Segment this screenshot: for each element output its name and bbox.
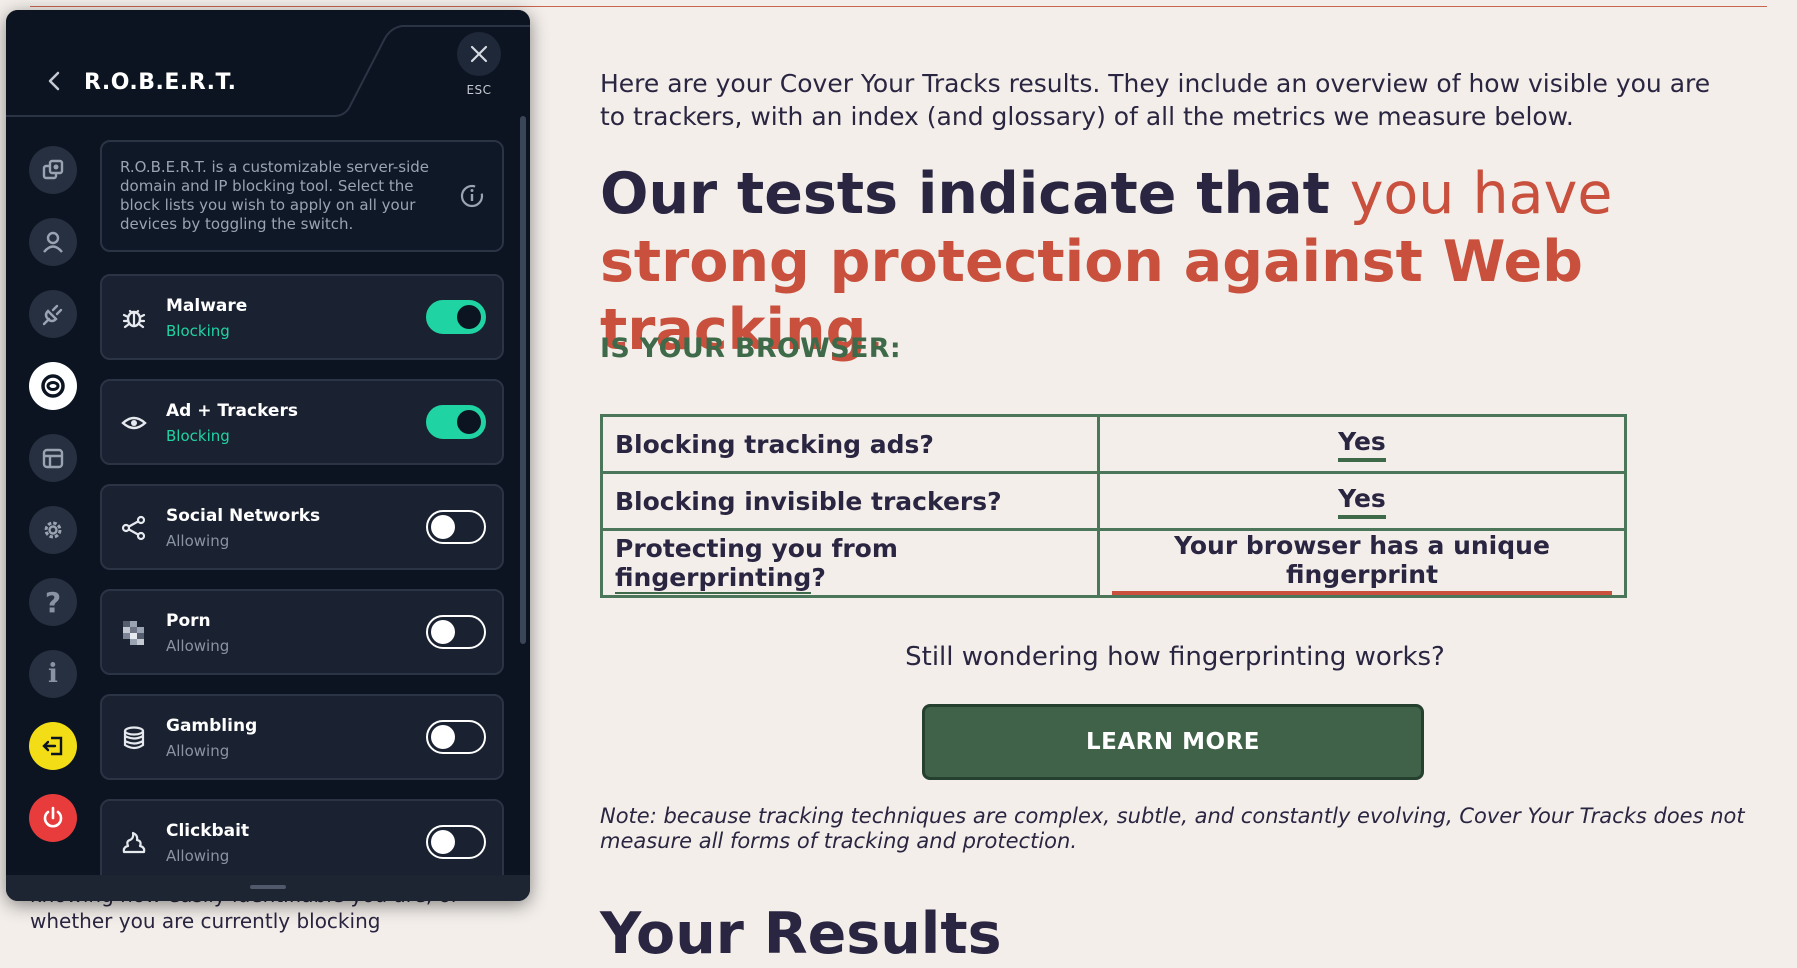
category-name: Social Networks bbox=[166, 506, 321, 526]
clickbait-toggle[interactable] bbox=[426, 825, 486, 859]
panel-scrollbar[interactable] bbox=[520, 116, 526, 644]
bug-icon bbox=[120, 304, 148, 332]
category-name: Ad + Trackers bbox=[166, 401, 298, 421]
plug-icon bbox=[42, 304, 63, 326]
sidebar-help-button[interactable]: ? bbox=[29, 578, 77, 626]
toggle-knob bbox=[431, 515, 455, 539]
chevron-left-icon bbox=[48, 71, 60, 91]
pixelated-icon bbox=[120, 619, 148, 647]
category-status: Allowing bbox=[166, 742, 230, 760]
toggle-knob bbox=[457, 305, 481, 329]
box-icon bbox=[42, 448, 64, 469]
social-networks-toggle[interactable] bbox=[426, 510, 486, 544]
robert-panel: R.O.B.E.R.T. ESC ? i R.O.B.E.R.T. is a c… bbox=[6, 10, 530, 901]
row-answer: Yes bbox=[1097, 471, 1627, 531]
category-name: Malware bbox=[166, 296, 248, 316]
gambling-toggle[interactable] bbox=[426, 720, 486, 754]
row-question: Blocking tracking ads? bbox=[600, 414, 1100, 474]
row-question: Protecting you from fingerprinting? bbox=[600, 528, 1100, 598]
table-row: Protecting you from fingerprinting? Your… bbox=[600, 528, 1627, 598]
row-question: Blocking invisible trackers? bbox=[600, 471, 1100, 531]
sidebar-connection-button[interactable] bbox=[29, 290, 77, 338]
sidebar-account-button[interactable] bbox=[29, 218, 77, 266]
category-name: Gambling bbox=[166, 716, 258, 736]
sidebar-exit-button[interactable] bbox=[29, 722, 77, 770]
answer-link[interactable]: Yes bbox=[1338, 484, 1386, 519]
help-icon: ? bbox=[44, 585, 62, 619]
exit-icon bbox=[42, 736, 63, 756]
porn-toggle[interactable] bbox=[426, 615, 486, 649]
browser-subheading: IS YOUR BROWSER: bbox=[600, 333, 901, 364]
gear-icon bbox=[44, 521, 62, 539]
sidebar-info-button[interactable]: i bbox=[29, 650, 77, 698]
power-icon bbox=[43, 806, 63, 828]
toggle-knob bbox=[431, 620, 455, 644]
category-card-gambling: Gambling Allowing bbox=[100, 694, 504, 780]
esc-label: ESC bbox=[466, 83, 492, 97]
ad-trackers-toggle[interactable] bbox=[426, 405, 486, 439]
info-icon: i bbox=[48, 659, 58, 689]
description-card: R.O.B.E.R.T. is a customizable server-si… bbox=[100, 140, 504, 252]
wonder-text: Still wondering how fingerprinting works… bbox=[905, 642, 1445, 672]
fingerprinting-link[interactable]: fingerprinting bbox=[615, 563, 812, 594]
headline-part-1: Our tests indicate that bbox=[600, 161, 1350, 227]
panel-title: R.O.B.E.R.T. bbox=[84, 70, 237, 95]
description-text: R.O.B.E.R.T. is a customizable server-si… bbox=[120, 158, 430, 233]
copy-icon bbox=[42, 159, 64, 180]
table-row: Blocking tracking ads? Yes bbox=[600, 414, 1627, 474]
poop-icon bbox=[120, 829, 148, 857]
answer-link[interactable]: Yes bbox=[1338, 427, 1386, 462]
category-status: Allowing bbox=[166, 532, 230, 550]
table-row: Blocking invisible trackers? Yes bbox=[600, 471, 1627, 531]
eye-icon bbox=[120, 409, 148, 437]
category-card-clickbait: Clickbait Allowing bbox=[100, 799, 504, 885]
robert-icon bbox=[41, 374, 65, 398]
resize-handle[interactable] bbox=[250, 885, 286, 889]
malware-toggle[interactable] bbox=[426, 300, 486, 334]
close-icon bbox=[470, 45, 488, 63]
question-prefix: Protecting you from bbox=[615, 534, 898, 563]
intro-paragraph: Here are your Cover Your Tracks results.… bbox=[600, 69, 1711, 131]
sidebar-robert-button[interactable] bbox=[29, 362, 77, 410]
category-card-porn: Porn Allowing bbox=[100, 589, 504, 675]
category-status: Allowing bbox=[166, 847, 230, 865]
sidebar-power-button[interactable] bbox=[29, 794, 77, 842]
sidebar-copy-button[interactable] bbox=[29, 146, 77, 194]
sidebar-box-button[interactable] bbox=[29, 434, 77, 482]
results-table: Blocking tracking ads? Yes Blocking invi… bbox=[600, 414, 1627, 598]
question-suffix: ? bbox=[811, 563, 826, 592]
row-answer: Your browser has a unique fingerprint bbox=[1097, 528, 1627, 598]
panel-header-shape bbox=[6, 10, 530, 117]
sidebar-settings-button[interactable] bbox=[29, 506, 77, 554]
category-card-malware: Malware Blocking bbox=[100, 274, 504, 360]
toggle-knob bbox=[431, 830, 455, 854]
learn-more-button[interactable]: LEARN MORE bbox=[922, 704, 1424, 780]
answer-link[interactable]: Your browser has a unique fingerprint bbox=[1112, 531, 1612, 595]
category-card-social-networks: Social Networks Allowing bbox=[100, 484, 504, 570]
category-status: Blocking bbox=[166, 427, 230, 445]
category-card-ad-trackers: Ad + Trackers Blocking bbox=[100, 379, 504, 465]
toggle-knob bbox=[457, 410, 481, 434]
back-button[interactable] bbox=[42, 68, 68, 94]
category-status: Allowing bbox=[166, 637, 230, 655]
toggle-knob bbox=[431, 725, 455, 749]
coins-icon bbox=[120, 724, 148, 752]
top-divider bbox=[30, 6, 1767, 7]
share-icon bbox=[120, 514, 148, 542]
user-icon bbox=[43, 231, 63, 253]
close-button[interactable] bbox=[457, 32, 501, 76]
panel-bottom-bar bbox=[6, 875, 530, 901]
category-status: Blocking bbox=[166, 322, 230, 340]
info-help-icon[interactable] bbox=[458, 182, 486, 210]
row-answer: Yes bbox=[1097, 414, 1627, 474]
headline-part-2: you have bbox=[1349, 161, 1613, 227]
category-name: Porn bbox=[166, 611, 211, 631]
results-heading: Your Results bbox=[600, 901, 1002, 967]
category-name: Clickbait bbox=[166, 821, 250, 841]
note-text: Note: because tracking techniques are co… bbox=[600, 804, 1745, 853]
